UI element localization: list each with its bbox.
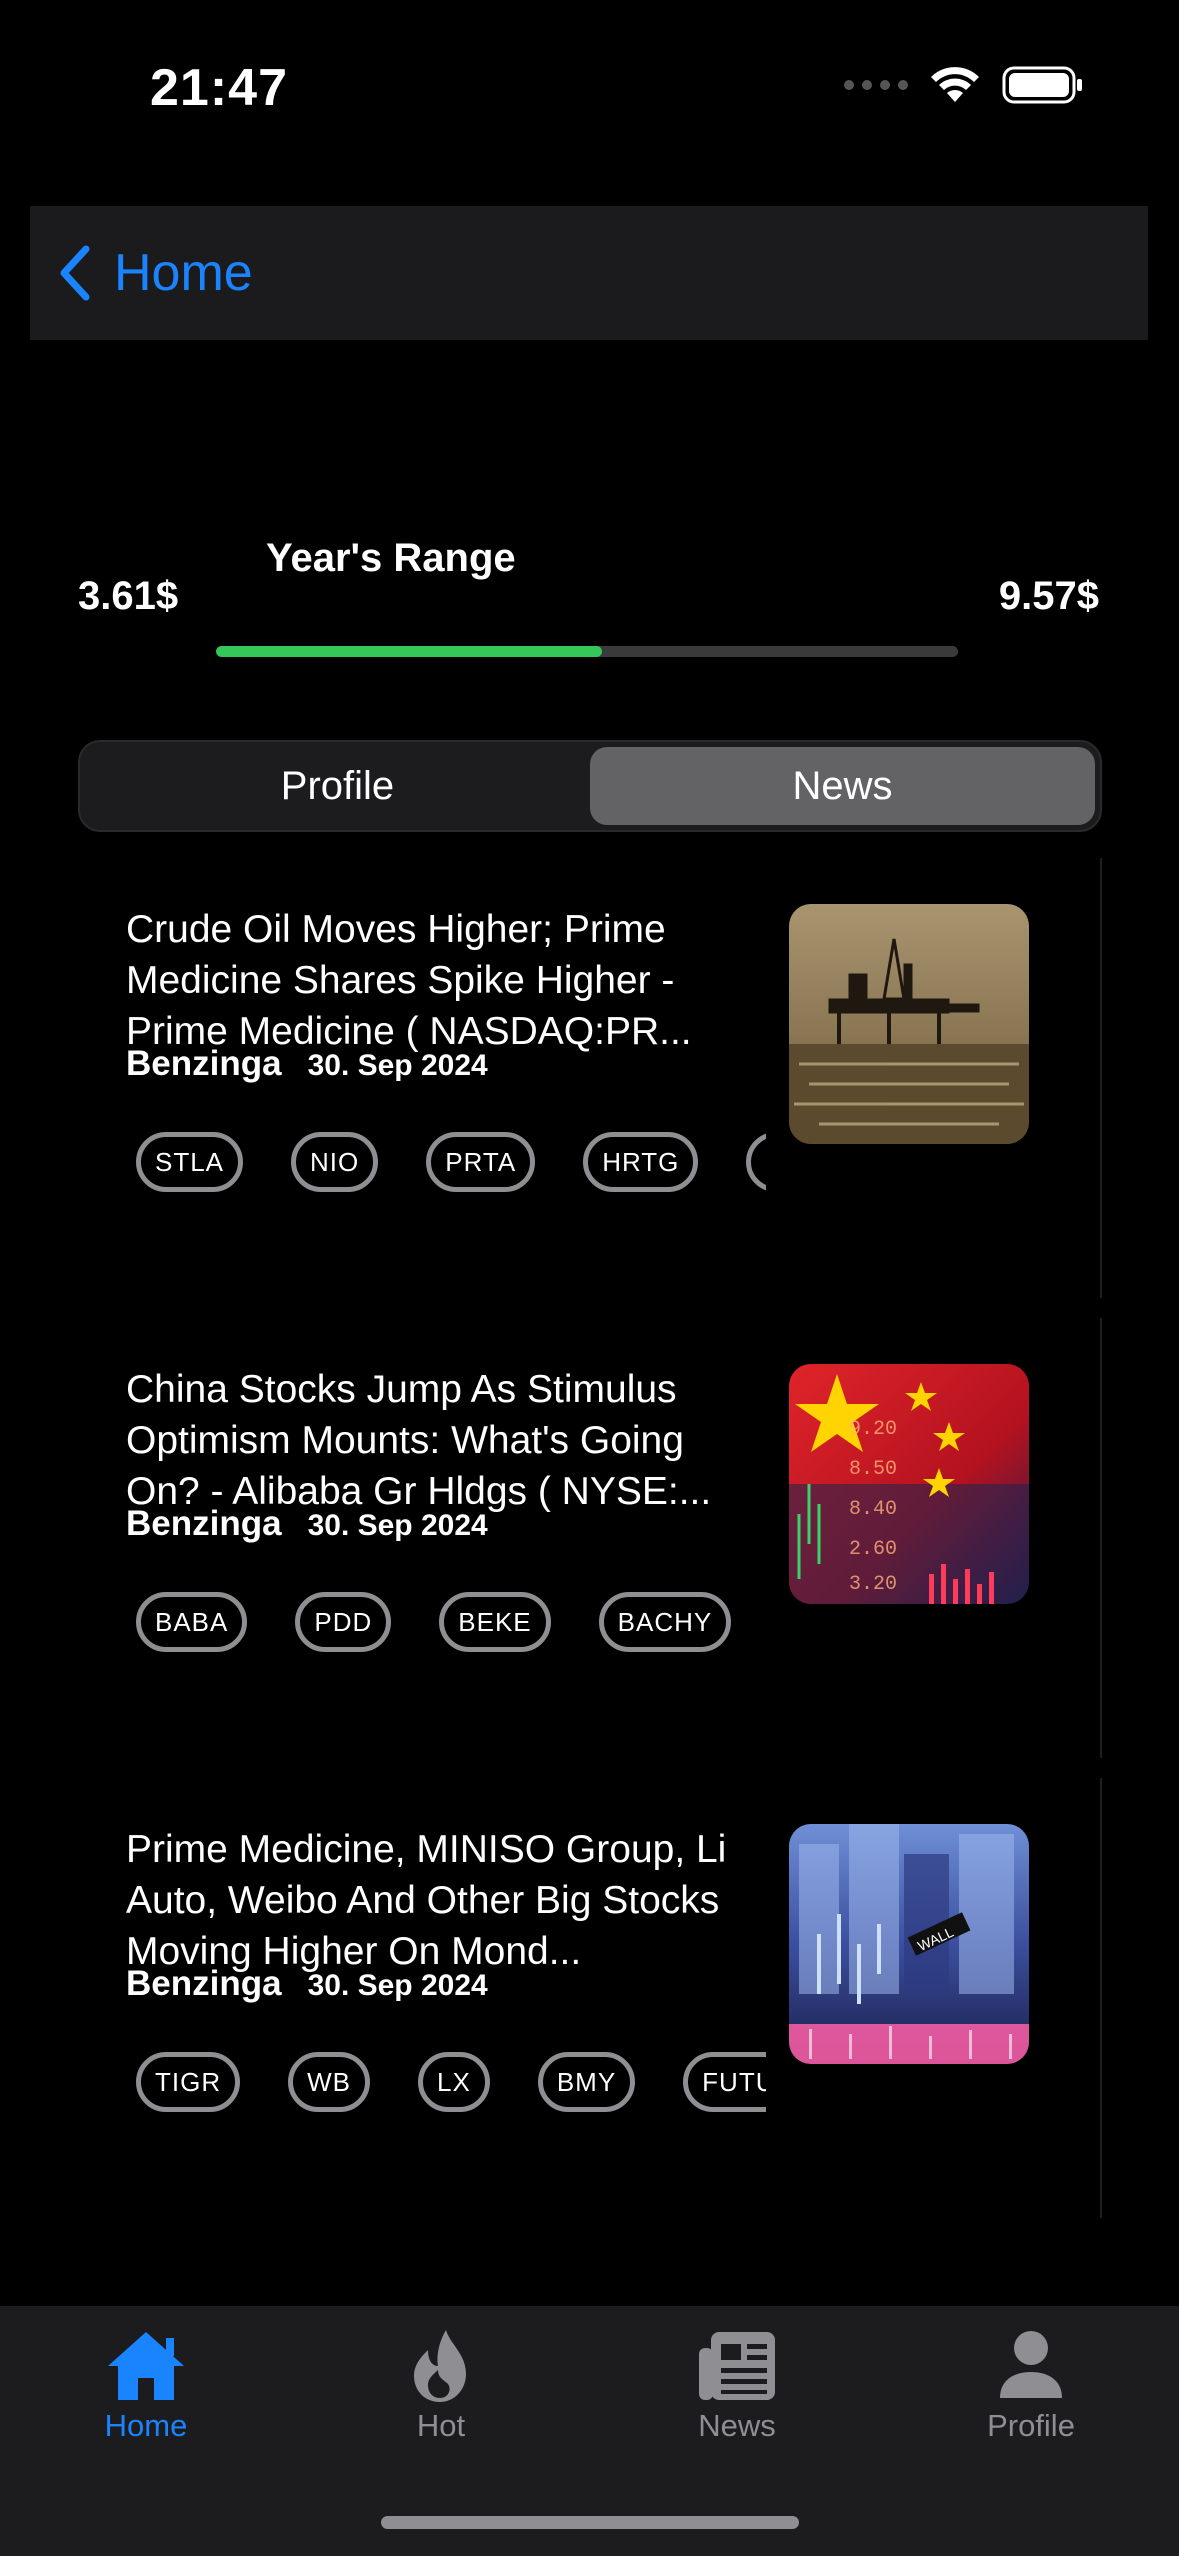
svg-text:8.50: 8.50	[849, 1458, 897, 1481]
news-thumbnail-oil-rig	[789, 904, 1029, 1144]
news-title: Crude Oil Moves Higher; Prime Medicine S…	[126, 908, 692, 1053]
news-source: Benzinga	[126, 1044, 282, 1083]
segmented-control: Profile News	[78, 740, 1102, 832]
range-high-value: 9.57$	[998, 574, 1099, 618]
news-source: Benzinga	[126, 1504, 282, 1543]
status-time: 21:47	[150, 59, 288, 117]
flame-icon	[414, 2330, 466, 2402]
svg-text:3.20: 3.20	[849, 1573, 897, 1596]
ticker-tags: BABA PDD BEKE BACHY	[136, 1584, 766, 1660]
news-item[interactable]: Crude Oil Moves Higher; Prime Medicine S…	[78, 858, 1102, 1298]
tab-hot-label: Hot	[416, 2408, 466, 2443]
ticker-tag[interactable]: BABA	[136, 1592, 248, 1652]
tab-news[interactable]: News	[637, 2328, 837, 2444]
house-icon	[108, 2332, 184, 2400]
svg-text:2.60: 2.60	[849, 1538, 897, 1561]
tab-home-label: Home	[104, 2408, 188, 2443]
ticker-tag[interactable]: HRTG	[583, 1132, 699, 1192]
news-source: Benzinga	[126, 1964, 282, 2003]
chevron-left-icon	[60, 245, 90, 301]
news-date: 30. Sep 2024	[307, 1509, 488, 1542]
news-title: China Stocks Jump As Stimulus Optimism M…	[126, 1368, 712, 1513]
news-thumbnail-wall-street: WALL	[789, 1824, 1029, 2064]
cellular-signal-icon	[844, 80, 908, 90]
news-title: Prime Medicine, MINISO Group, Li Auto, W…	[126, 1828, 727, 1973]
svg-text:9.20: 9.20	[849, 1418, 897, 1441]
ticker-tags: TIGR WB LX BMY FUTU	[136, 2044, 766, 2120]
range-bar-fill	[216, 646, 602, 657]
home-indicator	[381, 2516, 799, 2529]
range-title: Year's Range	[266, 536, 516, 580]
range-bar	[216, 646, 958, 657]
ticker-tags: STLA NIO PRTA HRTG MC	[136, 1124, 766, 1200]
ticker-tag[interactable]: TIGR	[136, 2052, 241, 2112]
navigation-bar: Home	[30, 206, 1148, 340]
range-low-value: 3.61$	[78, 574, 179, 618]
ticker-tag[interactable]: PRTA	[426, 1132, 536, 1192]
segment-news[interactable]: News	[590, 747, 1095, 825]
news-meta: Benzinga 30. Sep 2024	[126, 1964, 488, 2004]
segment-profile[interactable]: Profile	[85, 747, 590, 825]
ticker-tag[interactable]: MC	[746, 1132, 766, 1192]
news-item[interactable]: China Stocks Jump As Stimulus Optimism M…	[78, 1318, 1102, 1758]
tab-hot[interactable]: Hot	[341, 2328, 541, 2444]
tab-profile[interactable]: Profile	[931, 2328, 1131, 2444]
news-date: 30. Sep 2024	[307, 1969, 488, 2002]
news-meta: Benzinga 30. Sep 2024	[126, 1504, 488, 1544]
ticker-tag[interactable]: STLA	[136, 1132, 244, 1192]
tab-news-label: News	[698, 2408, 776, 2443]
tab-profile-label: Profile	[987, 2408, 1075, 2443]
person-icon	[1000, 2331, 1062, 2398]
status-indicators	[844, 66, 1084, 104]
ticker-tag[interactable]: PDD	[295, 1592, 392, 1652]
wifi-icon	[931, 67, 979, 102]
ticker-tag[interactable]: FUTU	[683, 2052, 766, 2112]
ticker-tag[interactable]: BMY	[537, 2052, 636, 2112]
ticker-tag[interactable]: NIO	[291, 1132, 379, 1192]
ticker-tag[interactable]: BEKE	[439, 1592, 551, 1652]
ticker-tag[interactable]: BACHY	[598, 1592, 732, 1652]
tab-home[interactable]: Home	[46, 2328, 246, 2444]
news-date: 30. Sep 2024	[307, 1049, 488, 1082]
svg-text:8.40: 8.40	[849, 1498, 897, 1521]
news-thumbnail-china-flag: 9.20 8.50 8.40 2.60 3.20	[789, 1364, 1029, 1604]
ticker-tag[interactable]: WB	[288, 2052, 370, 2112]
newspaper-icon	[699, 2332, 775, 2400]
battery-icon	[1002, 66, 1082, 104]
back-label: Home	[114, 244, 253, 302]
ticker-tag[interactable]: LX	[418, 2052, 490, 2112]
news-meta: Benzinga 30. Sep 2024	[126, 1044, 488, 1084]
back-button[interactable]: Home	[58, 243, 253, 303]
news-item[interactable]: Prime Medicine, MINISO Group, Li Auto, W…	[78, 1778, 1102, 2218]
